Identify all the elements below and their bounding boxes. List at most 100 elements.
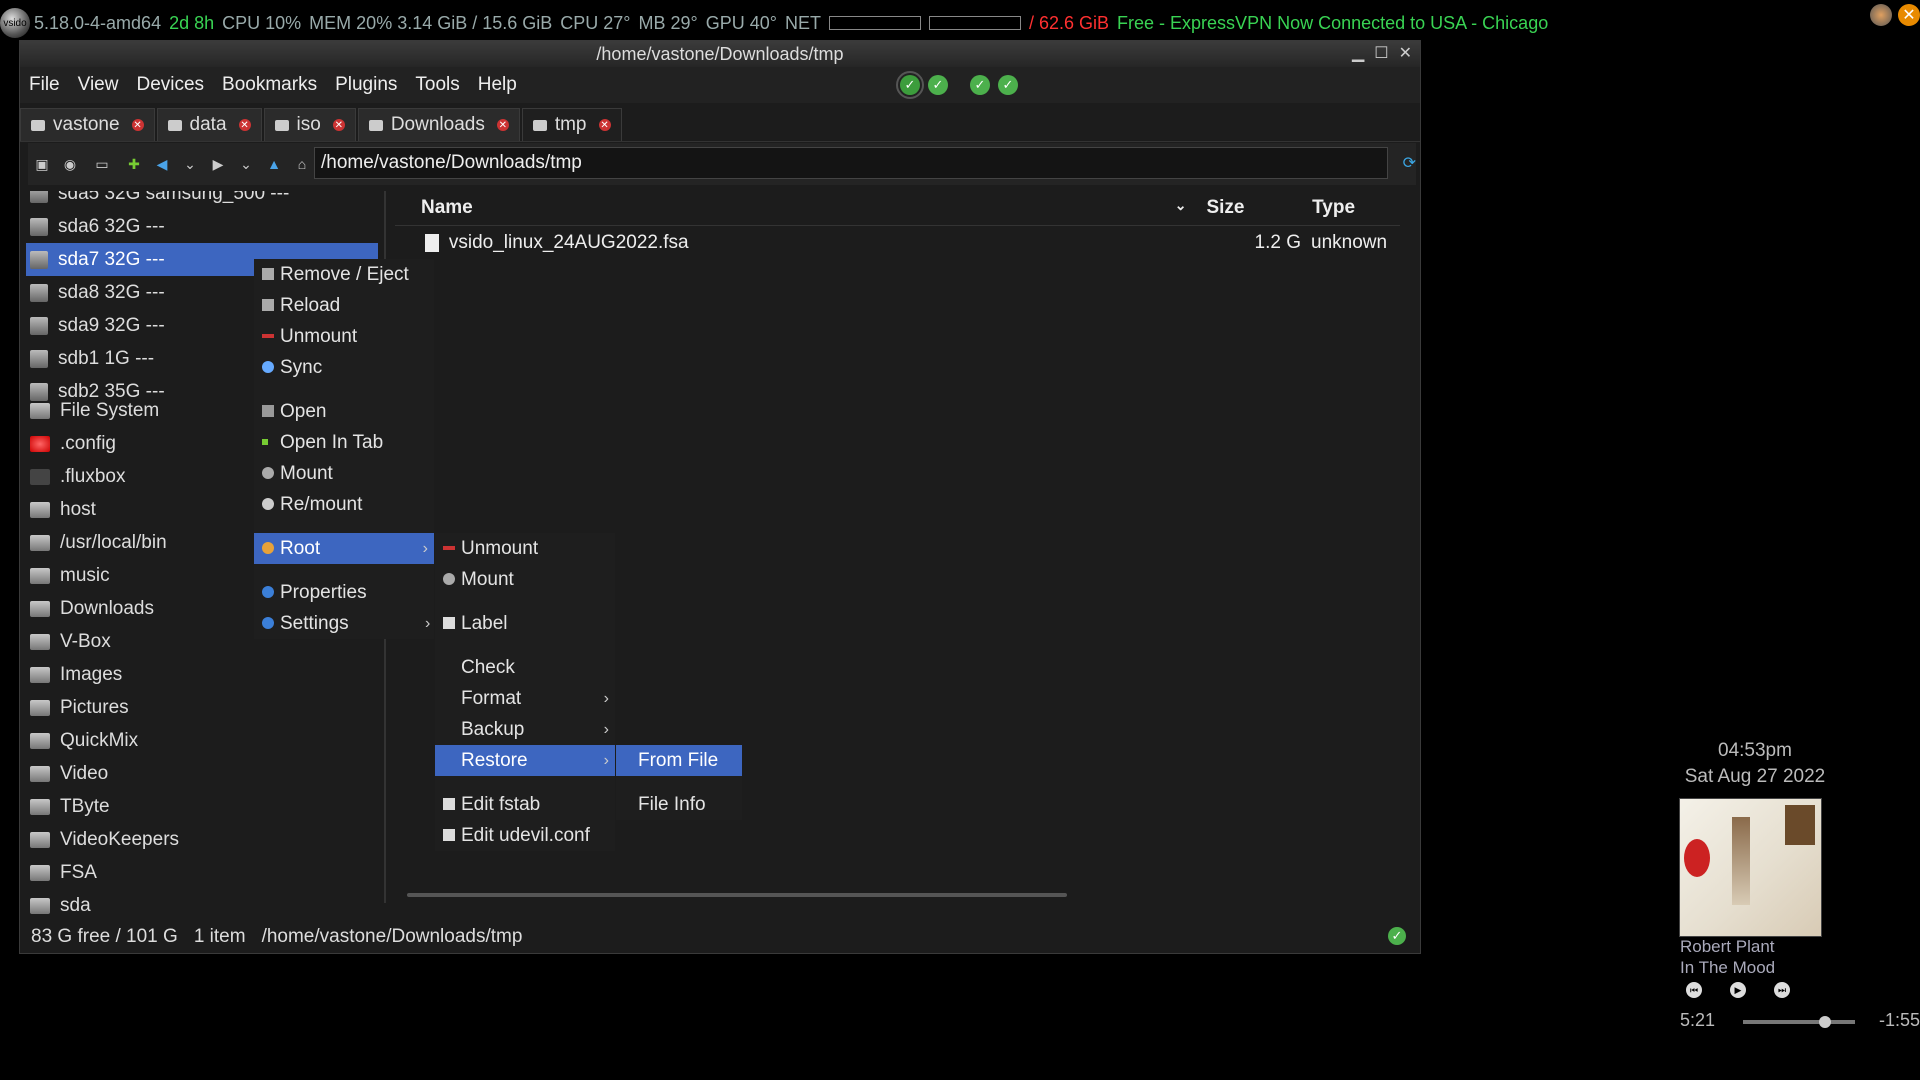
forward-icon[interactable]: ▶	[207, 153, 229, 175]
menu-remount[interactable]: Re/mount	[254, 489, 434, 520]
back-icon[interactable]: ◀	[151, 153, 173, 175]
bookmark-item[interactable]: sda	[26, 889, 378, 921]
maximize-icon[interactable]: ☐	[1374, 41, 1388, 67]
bookmark-pane-icon[interactable]: ◉	[59, 153, 81, 175]
panel-1-check-icon[interactable]: ✓	[896, 71, 924, 99]
root-mount[interactable]: Mount	[435, 564, 615, 595]
sort-icon: ⌄	[1174, 197, 1187, 213]
clock-time: 04:53pm	[1718, 740, 1792, 761]
restore-file-info[interactable]: File Info	[616, 789, 742, 820]
device-pane-icon[interactable]: ▣	[31, 153, 53, 175]
menu-bookmarks[interactable]: Bookmarks	[213, 74, 326, 96]
tab-downloads[interactable]: Downloads ✕	[357, 108, 520, 141]
root-edit-udevil[interactable]: Edit udevil.conf	[435, 820, 615, 851]
folder-icon	[368, 119, 383, 131]
panel-2-check-icon[interactable]: ✓	[928, 75, 948, 95]
bookmark-item[interactable]: QuickMix	[26, 724, 378, 757]
close-tray-icon[interactable]: ✕	[1898, 4, 1920, 26]
folder-icon	[30, 897, 50, 914]
back-history-icon[interactable]: ⌄	[179, 153, 201, 175]
tab-tmp[interactable]: tmp ✕	[521, 108, 622, 141]
menu-plugins[interactable]: Plugins	[326, 74, 406, 96]
status-item-count: 1 item	[193, 926, 246, 947]
menu-remove-eject[interactable]: Remove / Eject	[254, 259, 434, 290]
menu-view[interactable]: View	[69, 74, 128, 96]
col-name[interactable]: Name ⌄	[395, 197, 1196, 219]
menu-mount[interactable]: Mount	[254, 458, 434, 489]
menu-sync[interactable]: Sync	[254, 352, 434, 383]
home-icon[interactable]: ⌂	[291, 153, 313, 175]
window-titlebar[interactable]: /home/vastone/Downloads/tmp ▁ ☐ ✕	[20, 41, 1420, 67]
album-art-portrait	[1785, 805, 1815, 845]
next-icon[interactable]: ⏭	[1774, 982, 1790, 998]
panel-toggles: ✓ ✓ ✓ ✓	[896, 71, 1018, 99]
tab-iso[interactable]: iso ✕	[263, 108, 356, 141]
menu-reload[interactable]: Reload	[254, 290, 434, 321]
bookmark-item[interactable]: Pictures	[26, 691, 378, 724]
close-tab-icon[interactable]: ✕	[131, 119, 144, 131]
menu-unmount[interactable]: Unmount	[254, 321, 434, 352]
root-format[interactable]: Format ›	[435, 683, 615, 714]
seek-handle[interactable]	[1818, 1016, 1831, 1028]
close-tab-icon[interactable]: ✕	[332, 119, 345, 131]
new-tab-icon[interactable]: ✚	[123, 153, 145, 175]
menu-file[interactable]: File	[20, 74, 69, 96]
bookmark-item[interactable]: VideoKeepers	[26, 823, 378, 856]
menu-bar: File View Devices Bookmarks Plugins Tool…	[20, 67, 1420, 103]
root-restore[interactable]: Restore ›	[435, 745, 615, 776]
folder-icon	[30, 600, 50, 617]
drive-icon[interactable]: ▭	[87, 153, 117, 175]
refresh-icon[interactable]: ⟳	[1403, 153, 1416, 173]
menu-root[interactable]: Root ›	[254, 533, 434, 564]
root-unmount[interactable]: Unmount	[435, 533, 615, 564]
up-icon[interactable]: ▲	[263, 153, 285, 175]
tab-bar: vastone ✕ data ✕ iso ✕ Downloads ✕ tmp ✕	[20, 105, 1420, 142]
tab-data[interactable]: data ✕	[156, 108, 262, 141]
root-label[interactable]: › Label	[425, 608, 615, 639]
device-item[interactable]: sda6 32G ---	[26, 210, 378, 243]
previous-icon[interactable]: ⏮	[1686, 982, 1702, 998]
menu-help[interactable]: Help	[469, 74, 526, 96]
bookmark-item[interactable]: FSA	[26, 856, 378, 889]
close-tab-icon[interactable]: ✕	[496, 119, 509, 131]
root-check[interactable]: Check	[435, 652, 615, 683]
bookmark-item[interactable]: Video	[26, 757, 378, 790]
close-tab-icon[interactable]: ✕	[598, 119, 611, 131]
col-size[interactable]: Size	[1196, 197, 1304, 219]
time-elapsed: 5:21	[1680, 1010, 1716, 1030]
minimize-icon[interactable]: ▁	[1352, 41, 1364, 67]
panel-3-check-icon[interactable]: ✓	[970, 75, 990, 95]
time-remaining: -1:55	[1878, 1010, 1920, 1030]
root-backup[interactable]: Backup ›	[435, 714, 615, 745]
mount-icon	[262, 467, 274, 479]
folder-icon	[274, 119, 289, 131]
status-check-icon: ✓	[1388, 927, 1406, 945]
restore-from-file[interactable]: From File	[616, 745, 742, 776]
panel-4-check-icon[interactable]: ✓	[998, 75, 1018, 95]
tab-vastone[interactable]: vastone ✕	[20, 108, 155, 141]
file-row[interactable]: vsido_linux_24AUG2022.fsa 1.2 G unknown	[395, 227, 1400, 259]
folder-icon	[30, 732, 50, 749]
device-item[interactable]: sda5 32G samsung_500 ---	[26, 191, 378, 210]
path-input[interactable]: /home/vastone/Downloads/tmp	[314, 147, 1388, 179]
menu-tools[interactable]: Tools	[406, 74, 468, 96]
horizontal-scrollbar[interactable]	[407, 893, 1067, 897]
app-tray-icon[interactable]	[1870, 4, 1892, 26]
seek-bar[interactable]	[1743, 1020, 1855, 1024]
col-type[interactable]: Type	[1304, 197, 1400, 219]
net-down-graph	[828, 16, 921, 30]
close-tab-icon[interactable]: ✕	[238, 119, 251, 131]
forward-history-icon[interactable]: ⌄	[235, 153, 257, 175]
root-edit-fstab[interactable]: Edit fstab	[435, 789, 615, 820]
play-icon[interactable]: ▶	[1730, 982, 1746, 998]
close-icon[interactable]: ✕	[1399, 41, 1412, 67]
bookmark-item[interactable]: Images	[26, 658, 378, 691]
menu-devices[interactable]: Devices	[127, 74, 213, 96]
open-icon	[262, 405, 274, 417]
menu-open[interactable]: Open	[254, 396, 434, 427]
menu-open-in-tab[interactable]: Open In Tab	[254, 427, 434, 458]
bookmark-item[interactable]: TByte	[26, 790, 378, 823]
menu-properties[interactable]: Properties	[254, 577, 434, 608]
menu-settings[interactable]: Settings	[254, 608, 434, 639]
system-tray: ✕	[1870, 4, 1920, 26]
